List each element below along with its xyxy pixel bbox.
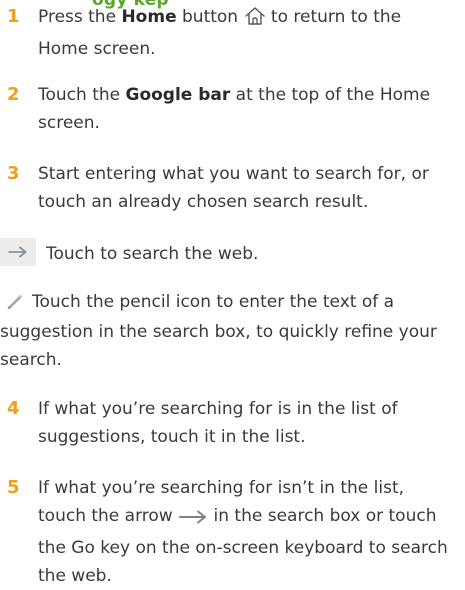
step-text: Touch the Google bar at the top of the H… (38, 85, 431, 133)
step-4: 4 If what you’re searching for is in the… (0, 395, 455, 455)
step-text: If what you’re searching for is in the l… (38, 399, 398, 447)
step-number: 4 (7, 398, 20, 419)
arrow-right-icon (0, 238, 36, 266)
step-1: 1 Press the Home button to return to the… (0, 3, 455, 63)
step-2: 2 Touch the Google bar at the top of the… (0, 81, 455, 141)
step-3: 3 Start entering what you want to search… (0, 160, 455, 220)
step-number: 1 (7, 6, 20, 27)
step-number: 2 (7, 84, 20, 105)
step-text: Start entering what you want to search f… (38, 164, 429, 212)
home-icon (244, 6, 266, 35)
note-text: Touch to search the web. (46, 244, 259, 264)
home-label: Home (121, 7, 177, 27)
google-bar-label: Google bar (125, 85, 231, 105)
step-5: 5 If what you’re searching for isn’t in … (0, 474, 455, 586)
pencil-note: Touch the pencil icon to enter the text … (0, 288, 458, 374)
note-text: Touch the pencil icon to enter the text … (0, 292, 437, 370)
step-number: 3 (7, 163, 20, 184)
step-number: 5 (7, 477, 20, 498)
step-text: If what you’re searching for isn’t in th… (38, 478, 448, 586)
pencil-icon (6, 290, 24, 318)
search-web-note: Touch to search the web. (0, 238, 458, 268)
arrow-right-icon (178, 506, 208, 534)
step-text: Press the Home button to return to the H… (38, 6, 402, 59)
